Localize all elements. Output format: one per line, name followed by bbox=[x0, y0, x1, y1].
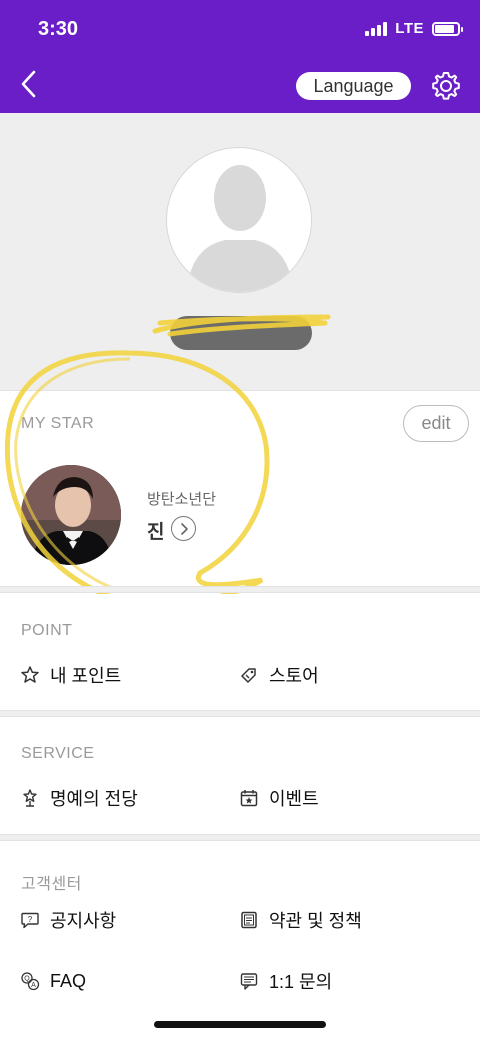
menu-faq[interactable]: Q A FAQ bbox=[20, 967, 86, 995]
signal-strength-icon bbox=[365, 21, 388, 36]
menu-label: 내 포인트 bbox=[50, 666, 122, 686]
gear-icon bbox=[432, 72, 460, 100]
menu-label: 약관 및 정책 bbox=[269, 911, 362, 931]
star-outline-icon bbox=[21, 666, 39, 683]
menu-label: 명예의 전당 bbox=[50, 789, 138, 809]
menu-label: 스토어 bbox=[269, 666, 319, 686]
service-title: SERVICE bbox=[21, 745, 95, 762]
service-section bbox=[0, 718, 480, 834]
status-time: 3:30 bbox=[38, 18, 79, 40]
network-label: LTE bbox=[395, 20, 424, 37]
point-title: POINT bbox=[21, 622, 73, 639]
calendar-star-icon bbox=[240, 790, 258, 807]
trophy-star-icon bbox=[23, 789, 37, 807]
menu-inquiry[interactable]: 1:1 문의 bbox=[239, 967, 332, 995]
qa-icon: Q A bbox=[21, 972, 40, 991]
support-title: 고객센터 bbox=[21, 876, 82, 893]
back-button[interactable] bbox=[14, 66, 44, 102]
yellow-highlight-circle bbox=[4, 350, 270, 607]
store-tag-icon bbox=[241, 668, 256, 683]
menu-my-points[interactable]: 내 포인트 bbox=[20, 661, 121, 689]
svg-text:A: A bbox=[31, 982, 36, 989]
avatar[interactable] bbox=[166, 147, 312, 293]
chat-doc-icon bbox=[240, 973, 258, 990]
section-divider bbox=[0, 834, 480, 841]
menu-events[interactable]: 이벤트 bbox=[239, 784, 319, 812]
status-indicators: LTE bbox=[365, 20, 463, 37]
edit-button[interactable]: edit bbox=[403, 405, 469, 442]
menu-store[interactable]: 스토어 bbox=[239, 661, 319, 689]
point-section bbox=[0, 594, 480, 710]
menu-label: FAQ bbox=[50, 970, 87, 991]
section-divider bbox=[0, 710, 480, 717]
menu-label: 공지사항 bbox=[50, 911, 117, 931]
document-icon bbox=[241, 911, 257, 929]
svg-text:?: ? bbox=[28, 915, 33, 924]
battery-icon bbox=[432, 21, 463, 36]
menu-notices[interactable]: ? 공지사항 bbox=[20, 906, 116, 934]
settings-button[interactable] bbox=[430, 70, 462, 102]
section-divider bbox=[0, 586, 480, 593]
menu-terms-policy[interactable]: 약관 및 정책 bbox=[239, 906, 362, 934]
app-header: 3:30 LTE Language bbox=[0, 0, 480, 113]
default-user-icon bbox=[187, 165, 293, 292]
menu-label: 이벤트 bbox=[269, 789, 319, 809]
menu-label: 1:1 문의 bbox=[269, 972, 333, 992]
yellow-scribble-mark bbox=[152, 314, 331, 337]
menu-hall-of-fame[interactable]: 명예의 전당 bbox=[20, 784, 138, 812]
language-button[interactable]: Language bbox=[296, 72, 411, 100]
home-indicator[interactable] bbox=[154, 1021, 326, 1028]
speech-question-icon: ? bbox=[21, 912, 39, 929]
chevron-left-icon bbox=[21, 70, 36, 98]
